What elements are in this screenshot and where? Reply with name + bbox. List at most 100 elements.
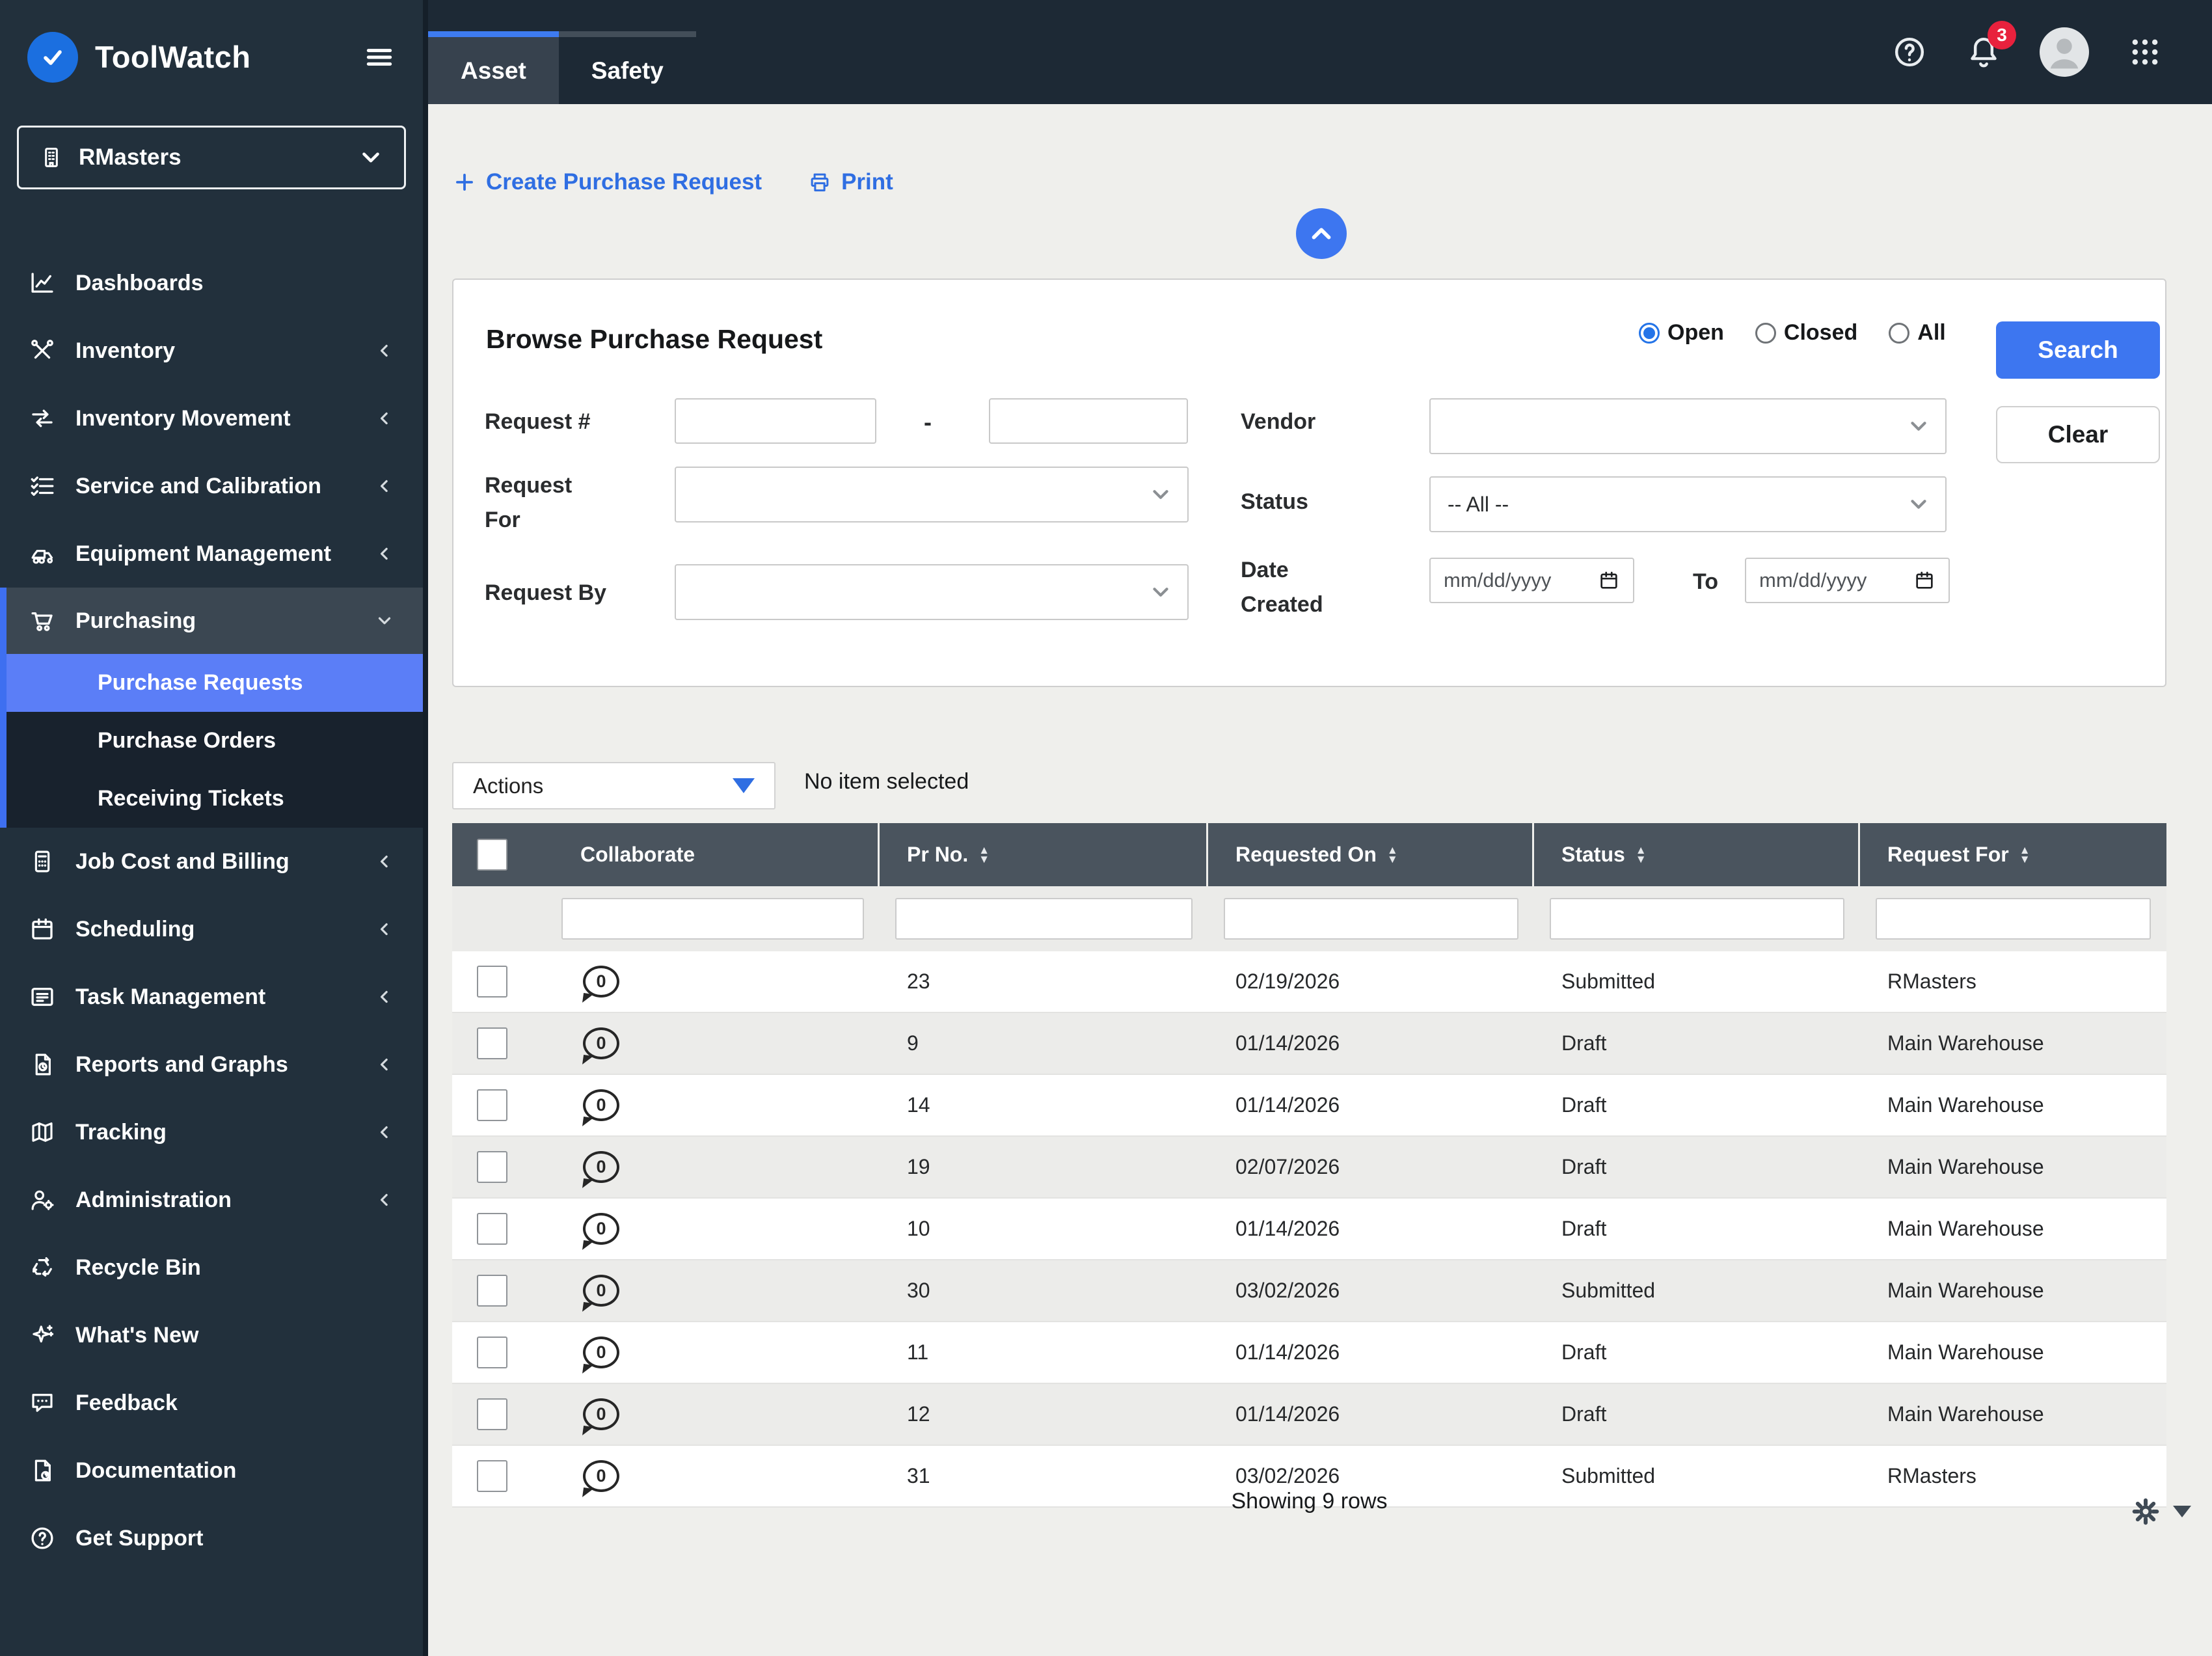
comments-bubble-icon[interactable]: 0 (583, 1337, 619, 1368)
help-icon[interactable] (1891, 34, 1928, 70)
row-checkbox[interactable] (477, 1460, 507, 1492)
sort-icon[interactable]: ▲ ▼ (1636, 845, 1647, 865)
request-by-select[interactable] (675, 564, 1189, 620)
comments-bubble-icon[interactable]: 0 (583, 966, 619, 998)
sort-icon[interactable]: ▲ ▼ (2019, 845, 2030, 865)
nav-icon (29, 472, 56, 500)
date-to-input[interactable]: mm/dd/yyyy (1745, 558, 1950, 603)
filter-input-request-for[interactable] (1876, 898, 2151, 940)
sidebar-item-administration[interactable]: Administration (0, 1166, 423, 1234)
radio-all[interactable]: All (1889, 320, 1946, 346)
row-checkbox[interactable] (477, 1089, 507, 1121)
sidebar-item-tracking[interactable]: Tracking (0, 1098, 423, 1166)
table-header-row: Collaborate Pr No. ▲ ▼ Requested On ▲ ▼ St… (452, 823, 2166, 886)
table-row[interactable]: 0 12 01/14/2026 Draft Main Warehouse (452, 1384, 2166, 1446)
vendor-select[interactable] (1429, 398, 1947, 454)
entity-selector[interactable]: RMasters (17, 126, 406, 189)
sidebar-item-equipment-management[interactable]: Equipment Management (0, 520, 423, 588)
row-checkbox[interactable] (477, 1027, 507, 1059)
request-number-to-input[interactable] (989, 398, 1188, 444)
column-header-requested-on[interactable]: Requested On ▲ ▼ (1208, 823, 1534, 886)
table-settings-button[interactable] (2127, 1493, 2191, 1530)
sidebar-item-receiving-tickets[interactable]: Receiving Tickets (7, 770, 423, 828)
comments-bubble-icon[interactable]: 0 (583, 1275, 619, 1307)
row-checkbox[interactable] (477, 1151, 507, 1183)
radio-dot[interactable] (1755, 322, 1776, 344)
filter-input-status[interactable] (1550, 898, 1844, 940)
requested-on-value: 01/14/2026 (1235, 1031, 1340, 1055)
sort-icon[interactable]: ▲ ▼ (1387, 845, 1398, 865)
collapse-panel-button[interactable] (1296, 208, 1347, 259)
comments-bubble-icon[interactable]: 0 (583, 1213, 619, 1245)
status-value: Draft (1561, 1217, 1607, 1240)
date-from-input[interactable]: mm/dd/yyyy (1429, 558, 1634, 603)
sidebar-item-task-management[interactable]: Task Management (0, 963, 423, 1031)
row-checkbox[interactable] (477, 1275, 507, 1307)
comments-bubble-icon[interactable]: 0 (583, 1460, 619, 1492)
column-header-request-for[interactable]: Request For ▲ ▼ (1860, 823, 2166, 886)
calendar-icon[interactable] (1913, 569, 1936, 591)
table-row[interactable]: 0 30 03/02/2026 Submitted Main Warehouse (452, 1260, 2166, 1322)
table-row[interactable]: 0 19 02/07/2026 Draft Main Warehouse (452, 1137, 2166, 1199)
request-for-select[interactable] (675, 467, 1189, 523)
nav-label: What's New (75, 1322, 199, 1348)
sidebar-item-service-and-calibration[interactable]: Service and Calibration (0, 452, 423, 520)
table-row[interactable]: 0 14 01/14/2026 Draft Main Warehouse (452, 1075, 2166, 1137)
sidebar-item-reports-and-graphs[interactable]: Reports and Graphs (0, 1031, 423, 1098)
sidebar-item-purchase-orders[interactable]: Purchase Orders (7, 712, 423, 770)
notifications-bell-icon[interactable]: 3 (1965, 21, 2016, 70)
table-row[interactable]: 0 10 01/14/2026 Draft Main Warehouse (452, 1199, 2166, 1260)
sidebar-item-dashboards[interactable]: Dashboards (0, 249, 423, 317)
radio-open[interactable]: Open (1639, 320, 1724, 346)
sidebar-item-job-cost-and-billing[interactable]: Job Cost and Billing (0, 828, 423, 895)
sidebar-item-purchasing[interactable]: Purchasing (7, 588, 423, 654)
comments-bubble-icon[interactable]: 0 (583, 1151, 619, 1183)
row-checkbox[interactable] (477, 1213, 507, 1245)
sidebar-item-purchase-requests[interactable]: Purchase Requests (7, 654, 423, 712)
filter-input-collaborate[interactable] (561, 898, 864, 940)
status-select[interactable]: -- All -- (1429, 476, 1947, 532)
row-count-summary: Showing 9 rows (1231, 1489, 1388, 1513)
requested-on-value: 02/19/2026 (1235, 970, 1340, 993)
sort-icon[interactable]: ▲ ▼ (978, 845, 990, 865)
create-purchase-request-button[interactable]: Create Purchase Request (452, 169, 762, 195)
clear-button[interactable]: Clear (1996, 406, 2160, 463)
select-all-checkbox[interactable] (477, 839, 507, 871)
comments-bubble-icon[interactable]: 0 (583, 1089, 619, 1121)
actions-dropdown[interactable]: Actions (452, 762, 776, 809)
search-button[interactable]: Search (1996, 321, 2160, 379)
sidebar-item-inventory[interactable]: Inventory (0, 317, 423, 385)
filter-input-pr-no[interactable] (895, 898, 1193, 940)
tab-safety[interactable]: Safety (558, 31, 696, 104)
sidebar-item-recycle-bin[interactable]: Recycle Bin (0, 1234, 423, 1301)
filter-input-requested-on[interactable] (1224, 898, 1518, 940)
comments-bubble-icon[interactable]: 0 (583, 1398, 619, 1430)
status-label: Status (1241, 489, 1308, 514)
calendar-icon[interactable] (1598, 569, 1620, 591)
table-row[interactable]: 0 11 01/14/2026 Draft Main Warehouse (452, 1322, 2166, 1384)
sidebar-item-what-s-new[interactable]: What's New (0, 1301, 423, 1369)
tab-asset[interactable]: Asset (428, 31, 559, 104)
sidebar-item-feedback[interactable]: Feedback (0, 1369, 423, 1437)
radio-closed[interactable]: Closed (1755, 320, 1857, 346)
request-number-from-input[interactable] (675, 398, 876, 444)
sidebar-item-inventory-movement[interactable]: Inventory Movement (0, 385, 423, 452)
column-header-status[interactable]: Status ▲ ▼ (1534, 823, 1860, 886)
comments-bubble-icon[interactable]: 0 (583, 1027, 619, 1059)
row-checkbox[interactable] (477, 1398, 507, 1430)
row-checkbox[interactable] (477, 1337, 507, 1368)
table-row[interactable]: 0 23 02/19/2026 Submitted RMasters (452, 951, 2166, 1013)
sidebar-item-scheduling[interactable]: Scheduling (0, 895, 423, 963)
hamburger-menu-icon[interactable] (363, 41, 396, 74)
radio-dot-selected[interactable] (1639, 322, 1660, 344)
request-for-value: Main Warehouse (1887, 1217, 2044, 1240)
column-header-pr-no[interactable]: Pr No. ▲ ▼ (880, 823, 1208, 886)
radio-dot[interactable] (1889, 322, 1910, 344)
user-avatar[interactable] (2040, 27, 2089, 77)
sidebar-item-documentation[interactable]: Documentation (0, 1437, 423, 1504)
app-grid-icon[interactable] (2127, 34, 2163, 70)
print-button[interactable]: Print (807, 169, 893, 195)
sidebar-item-get-support[interactable]: Get Support (0, 1504, 423, 1572)
row-checkbox[interactable] (477, 966, 507, 998)
table-row[interactable]: 0 9 01/14/2026 Draft Main Warehouse (452, 1013, 2166, 1075)
